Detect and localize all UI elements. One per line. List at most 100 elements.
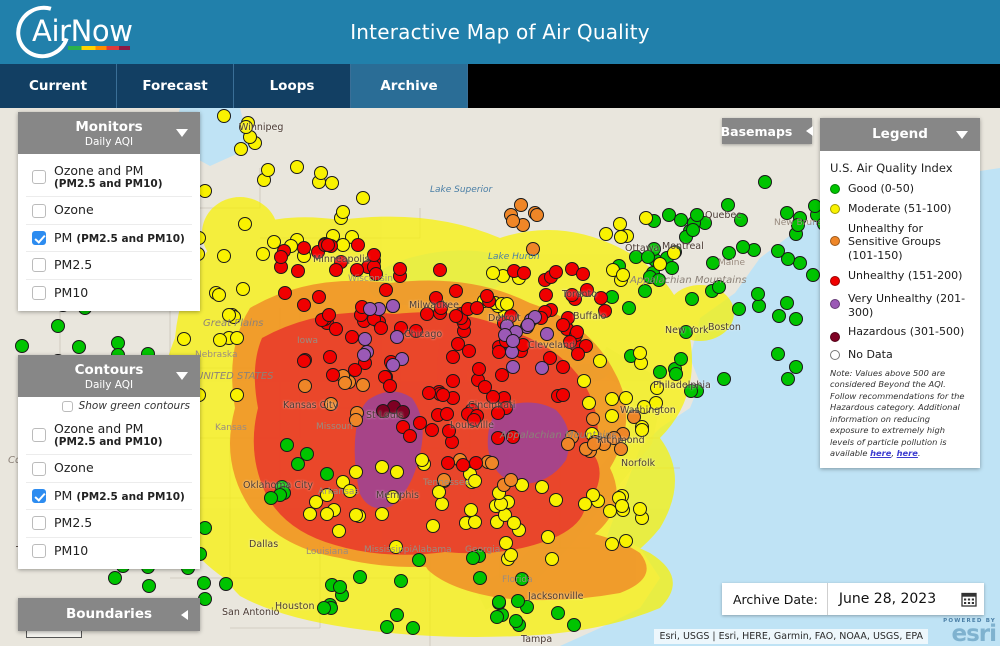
monitor-dot[interactable]	[393, 573, 408, 588]
monitors-option-pm25[interactable]: PM2.5	[26, 252, 192, 280]
monitor-dot[interactable]	[469, 455, 484, 470]
monitor-dot[interactable]	[389, 329, 404, 344]
monitor-dot[interactable]	[592, 354, 607, 369]
monitor-dot[interactable]	[389, 607, 404, 622]
tab-current[interactable]: Current	[0, 64, 117, 108]
monitor-dot[interactable]	[621, 300, 636, 315]
monitor-dot[interactable]	[378, 283, 393, 298]
monitor-dot[interactable]	[380, 619, 395, 634]
monitor-dot[interactable]	[534, 360, 549, 375]
monitors-option-pm[interactable]: PM (PM2.5 and PM10)	[26, 225, 192, 253]
monitor-dot[interactable]	[296, 353, 311, 368]
monitor-dot[interactable]	[351, 237, 366, 252]
monitor-dot[interactable]	[473, 570, 488, 585]
monitor-dot[interactable]	[530, 207, 545, 222]
monitor-dot[interactable]	[716, 372, 731, 387]
monitor-dot[interactable]	[469, 301, 484, 316]
monitor-dot[interactable]	[684, 291, 699, 306]
monitor-dot[interactable]	[770, 243, 785, 258]
contours-panel-header[interactable]: Contours Daily AQI	[18, 355, 200, 397]
monitor-dot[interactable]	[455, 457, 470, 472]
monitor-dot[interactable]	[297, 240, 312, 255]
monitor-dot[interactable]	[374, 507, 389, 522]
monitors-panel-header[interactable]: Monitors Daily AQI	[18, 112, 200, 154]
monitor-dot[interactable]	[229, 387, 244, 402]
monitor-dot[interactable]	[299, 447, 314, 462]
boundaries-panel-header[interactable]: Boundaries	[18, 598, 200, 631]
monitor-dot[interactable]	[449, 283, 464, 298]
monitor-dot[interactable]	[757, 174, 772, 189]
checkbox-contours-ozone-and-pm[interactable]	[32, 428, 46, 443]
monitors-option-pm10[interactable]: PM10	[26, 280, 192, 306]
contours-option-ozone[interactable]: Ozone	[26, 455, 192, 483]
caret-down-icon[interactable]	[176, 129, 188, 137]
monitor-dot[interactable]	[435, 496, 450, 511]
contours-option-pm10[interactable]: PM10	[26, 538, 192, 564]
contours-option-pm[interactable]: PM (PM2.5 and PM10)	[26, 483, 192, 511]
monitor-dot[interactable]	[780, 371, 795, 386]
basemaps-button[interactable]: Basemaps	[721, 118, 814, 144]
monitors-option-ozone[interactable]: Ozone	[26, 197, 192, 225]
monitor-dot[interactable]	[550, 606, 565, 621]
checkbox-pm[interactable]	[32, 231, 46, 245]
monitor-dot[interactable]	[321, 307, 336, 322]
monitor-dot[interactable]	[355, 378, 370, 393]
monitor-dot[interactable]	[614, 498, 629, 513]
monitor-dot[interactable]	[197, 575, 212, 590]
legend-note-link-1[interactable]: here	[870, 448, 891, 458]
monitor-dot[interactable]	[780, 295, 795, 310]
monitor-dot[interactable]	[632, 346, 647, 361]
checkbox-contours-ozone[interactable]	[32, 461, 46, 476]
monitor-dot[interactable]	[211, 287, 226, 302]
monitor-dot[interactable]	[477, 380, 492, 395]
monitor-dot[interactable]	[516, 266, 531, 281]
monitor-dot[interactable]	[619, 533, 634, 548]
monitor-dot[interactable]	[349, 464, 363, 479]
monitor-dot[interactable]	[689, 208, 704, 223]
monitor-dot[interactable]	[219, 576, 234, 591]
checkbox-show-green-contours[interactable]	[61, 400, 73, 412]
monitor-dot[interactable]	[586, 411, 601, 426]
monitor-dot[interactable]	[471, 361, 486, 376]
monitor-dot[interactable]	[540, 529, 555, 544]
caret-down-icon[interactable]	[956, 130, 968, 139]
contours-option-ozone-and-pm[interactable]: Ozone and PM (PM2.5 and PM10)	[26, 416, 192, 456]
monitor-dot[interactable]	[296, 297, 311, 312]
monitor-dot[interactable]	[421, 385, 436, 400]
monitor-dot[interactable]	[555, 359, 570, 374]
monitor-dot[interactable]	[357, 347, 372, 362]
monitor-dot[interactable]	[238, 216, 253, 231]
monitor-dot[interactable]	[236, 281, 251, 296]
monitor-dot[interactable]	[355, 190, 370, 205]
monitor-dot[interactable]	[329, 321, 344, 336]
checkbox-ozone[interactable]	[32, 203, 46, 218]
monitors-option-ozone-and-pm[interactable]: Ozone and PM (PM2.5 and PM10)	[26, 158, 192, 198]
monitor-dot[interactable]	[216, 108, 231, 123]
monitor-dot[interactable]	[507, 515, 522, 530]
checkbox-contours-pm10[interactable]	[32, 543, 46, 558]
monitor-dot[interactable]	[277, 285, 292, 300]
monitor-dot[interactable]	[520, 318, 535, 333]
monitor-dot[interactable]	[582, 395, 597, 410]
tab-loops[interactable]: Loops	[234, 64, 351, 108]
monitor-dot[interactable]	[386, 298, 401, 313]
monitor-dot[interactable]	[652, 364, 667, 379]
contours-option-pm25[interactable]: PM2.5	[26, 510, 192, 538]
monitor-dot[interactable]	[805, 267, 820, 282]
checkbox-pm10[interactable]	[32, 285, 46, 300]
monitor-dot[interactable]	[347, 362, 362, 377]
monitor-dot[interactable]	[141, 579, 156, 594]
monitor-dot[interactable]	[638, 211, 653, 226]
monitor-dot[interactable]	[348, 508, 363, 523]
checkbox-contours-pm25[interactable]	[32, 516, 46, 531]
monitor-dot[interactable]	[508, 613, 523, 628]
calendar-icon[interactable]	[954, 591, 984, 607]
monitor-dot[interactable]	[505, 359, 520, 374]
monitor-dot[interactable]	[435, 388, 450, 403]
monitor-dot[interactable]	[374, 320, 388, 335]
monitor-dot[interactable]	[385, 358, 400, 373]
monitor-dot[interactable]	[297, 378, 312, 393]
archive-date-value[interactable]: June 28, 2023	[826, 583, 954, 615]
show-green-contours-row[interactable]: Show green contours	[18, 397, 200, 416]
monitor-dot[interactable]	[375, 459, 390, 474]
